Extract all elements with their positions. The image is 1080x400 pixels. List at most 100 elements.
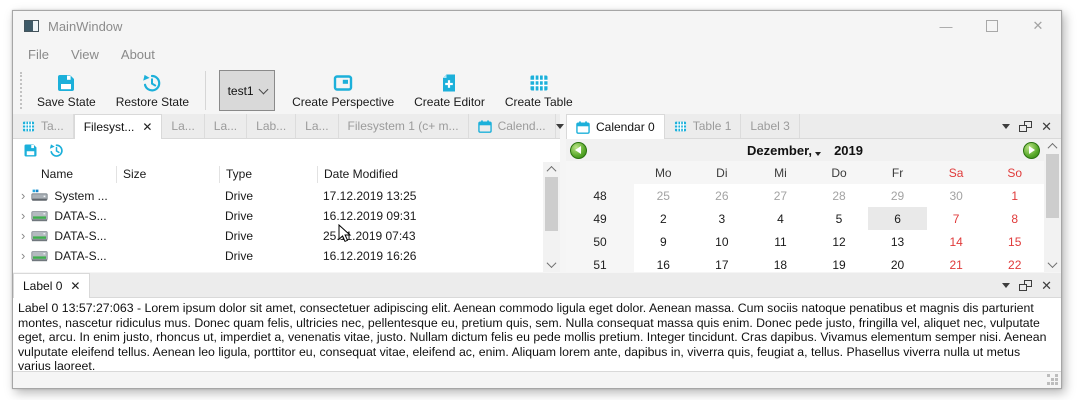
next-month-button[interactable] xyxy=(1023,142,1040,159)
close-button[interactable]: ✕ xyxy=(1015,11,1061,41)
calendar-day[interactable]: 19 xyxy=(810,253,869,272)
filesystem-panel: Ta... Filesyst... ✕ La... La... Lab... L… xyxy=(13,114,560,272)
calendar-day[interactable]: 1 xyxy=(985,184,1044,207)
tab-table-0[interactable]: Ta... xyxy=(13,114,74,138)
month-dropdown-icon[interactable] xyxy=(815,152,821,156)
menu-file[interactable]: File xyxy=(17,43,60,66)
close-panel-icon[interactable]: ✕ xyxy=(1041,120,1052,133)
column-header-type[interactable]: Type xyxy=(219,166,317,183)
scroll-up-icon[interactable] xyxy=(1044,139,1061,154)
year-label[interactable]: 2019 xyxy=(834,143,863,158)
tab-label-3[interactable]: Lab... xyxy=(247,114,296,138)
day-header-sun: So xyxy=(985,161,1044,184)
table-row[interactable]: › DATA-S... Drive 16.12.2019 16:26 xyxy=(13,246,543,266)
minimize-button[interactable]: — xyxy=(923,11,969,41)
row-date: 16.12.2019 16:26 xyxy=(317,249,543,263)
calendar-day[interactable]: 8 xyxy=(985,207,1044,230)
tab-calendar[interactable]: Calend... xyxy=(469,114,556,138)
prev-month-button[interactable] xyxy=(570,142,587,159)
maximize-button[interactable] xyxy=(969,11,1015,41)
row-date: 17.12.2019 13:25 xyxy=(317,189,543,203)
column-header-date[interactable]: Date Modified xyxy=(317,166,543,183)
column-header-size[interactable]: Size xyxy=(116,166,219,183)
resize-grip[interactable] xyxy=(1047,374,1058,385)
table-row[interactable]: › DATA-S... Drive 16.12.2019 09:31 xyxy=(13,206,543,226)
create-table-button[interactable]: Create Table xyxy=(495,67,583,114)
tab-label-1[interactable]: La... xyxy=(162,114,204,138)
float-panel-icon[interactable] xyxy=(1019,121,1032,132)
calendar-day[interactable]: 10 xyxy=(693,230,752,253)
save-icon[interactable] xyxy=(23,143,38,158)
tab-label-4[interactable]: La... xyxy=(296,114,338,138)
tab-filesystem-1[interactable]: Filesystem 1 (c+ m... xyxy=(339,114,469,138)
scroll-up-icon[interactable] xyxy=(543,162,560,177)
calendar-day[interactable]: 29 xyxy=(868,184,927,207)
column-header-name[interactable]: Name xyxy=(13,166,116,183)
month-label[interactable]: Dezember, xyxy=(747,143,812,158)
create-editor-button[interactable]: Create Editor xyxy=(404,67,495,114)
calendar-day[interactable]: 16 xyxy=(634,253,693,272)
tab-label: Calendar 0 xyxy=(596,120,655,134)
calendar-day[interactable]: 9 xyxy=(634,230,693,253)
tab-label: Filesystem 1 (c+ m... xyxy=(348,119,459,133)
tab-calendar-0[interactable]: Calendar 0 xyxy=(566,114,665,139)
tab-table-1[interactable]: Table 1 xyxy=(665,114,742,138)
scrollbar-thumb[interactable] xyxy=(1046,154,1059,218)
tab-label-0[interactable]: Label 0 ✕ xyxy=(13,273,90,298)
tab-label-2[interactable]: La... xyxy=(205,114,247,138)
expand-arrow-icon[interactable]: › xyxy=(21,189,25,202)
calendar-day[interactable]: 11 xyxy=(751,230,810,253)
restore-state-button[interactable]: Restore State xyxy=(106,67,199,114)
calendar-day[interactable]: 7 xyxy=(927,207,986,230)
filesystem-scrollbar[interactable] xyxy=(543,162,560,272)
menu-view[interactable]: View xyxy=(60,43,110,66)
calendar-day[interactable]: 30 xyxy=(927,184,986,207)
table-row[interactable]: › System ... Drive 17.12.2019 13:25 xyxy=(13,186,543,206)
calendar-day[interactable]: 28 xyxy=(810,184,869,207)
expand-arrow-icon[interactable]: › xyxy=(21,209,25,222)
save-state-button[interactable]: Save State xyxy=(27,67,106,114)
expand-arrow-icon[interactable]: › xyxy=(21,229,25,242)
toolbar-drag-handle[interactable] xyxy=(20,72,22,109)
window-title: MainWindow xyxy=(48,19,122,34)
calendar-day[interactable]: 13 xyxy=(868,230,927,253)
calendar-day-selected[interactable]: 6 xyxy=(868,207,927,230)
calendar-day[interactable]: 14 xyxy=(927,230,986,253)
create-perspective-button[interactable]: Create Perspective xyxy=(282,67,404,114)
tab-menu-icon[interactable] xyxy=(1002,124,1010,129)
tab-close-icon[interactable]: ✕ xyxy=(142,120,152,134)
float-panel-icon[interactable] xyxy=(1019,280,1032,291)
calendar-day[interactable]: 17 xyxy=(693,253,752,272)
menu-about[interactable]: About xyxy=(110,43,166,66)
calendar-day[interactable]: 26 xyxy=(693,184,752,207)
calendar-day[interactable]: 5 xyxy=(810,207,869,230)
calendar-day[interactable]: 4 xyxy=(751,207,810,230)
calendar-day[interactable]: 18 xyxy=(751,253,810,272)
expand-arrow-icon[interactable]: › xyxy=(21,249,25,262)
calendar-day[interactable]: 21 xyxy=(927,253,986,272)
tab-close-icon[interactable]: ✕ xyxy=(70,279,80,293)
restore-icon[interactable] xyxy=(49,143,64,158)
tab-label3[interactable]: Label 3 xyxy=(741,114,799,138)
table-row[interactable]: › DATA-S... Drive 25.11.2019 07:43 xyxy=(13,226,543,246)
calendar-day[interactable]: 22 xyxy=(985,253,1044,272)
calendar-day[interactable]: 25 xyxy=(634,184,693,207)
minimize-icon: — xyxy=(940,19,953,34)
calendar-day[interactable]: 15 xyxy=(985,230,1044,253)
calendar-day[interactable]: 12 xyxy=(810,230,869,253)
close-panel-icon[interactable]: ✕ xyxy=(1041,279,1052,292)
scrollbar-thumb[interactable] xyxy=(545,177,558,231)
perspective-combobox[interactable]: test1 xyxy=(219,70,275,111)
tab-filesystem-active[interactable]: Filesyst... ✕ xyxy=(74,114,163,139)
calendar-day[interactable]: 20 xyxy=(868,253,927,272)
calendar-day[interactable]: 27 xyxy=(751,184,810,207)
calendar-day[interactable]: 2 xyxy=(634,207,693,230)
table-icon xyxy=(674,120,687,133)
row-name: DATA-S... xyxy=(54,249,106,263)
tab-menu-icon[interactable] xyxy=(1002,283,1010,288)
calendar-scrollbar[interactable] xyxy=(1044,139,1061,272)
scroll-down-icon[interactable] xyxy=(543,257,560,272)
calendar-day[interactable]: 3 xyxy=(693,207,752,230)
scroll-down-icon[interactable] xyxy=(1044,257,1061,272)
arrow-right-icon xyxy=(1029,146,1035,154)
